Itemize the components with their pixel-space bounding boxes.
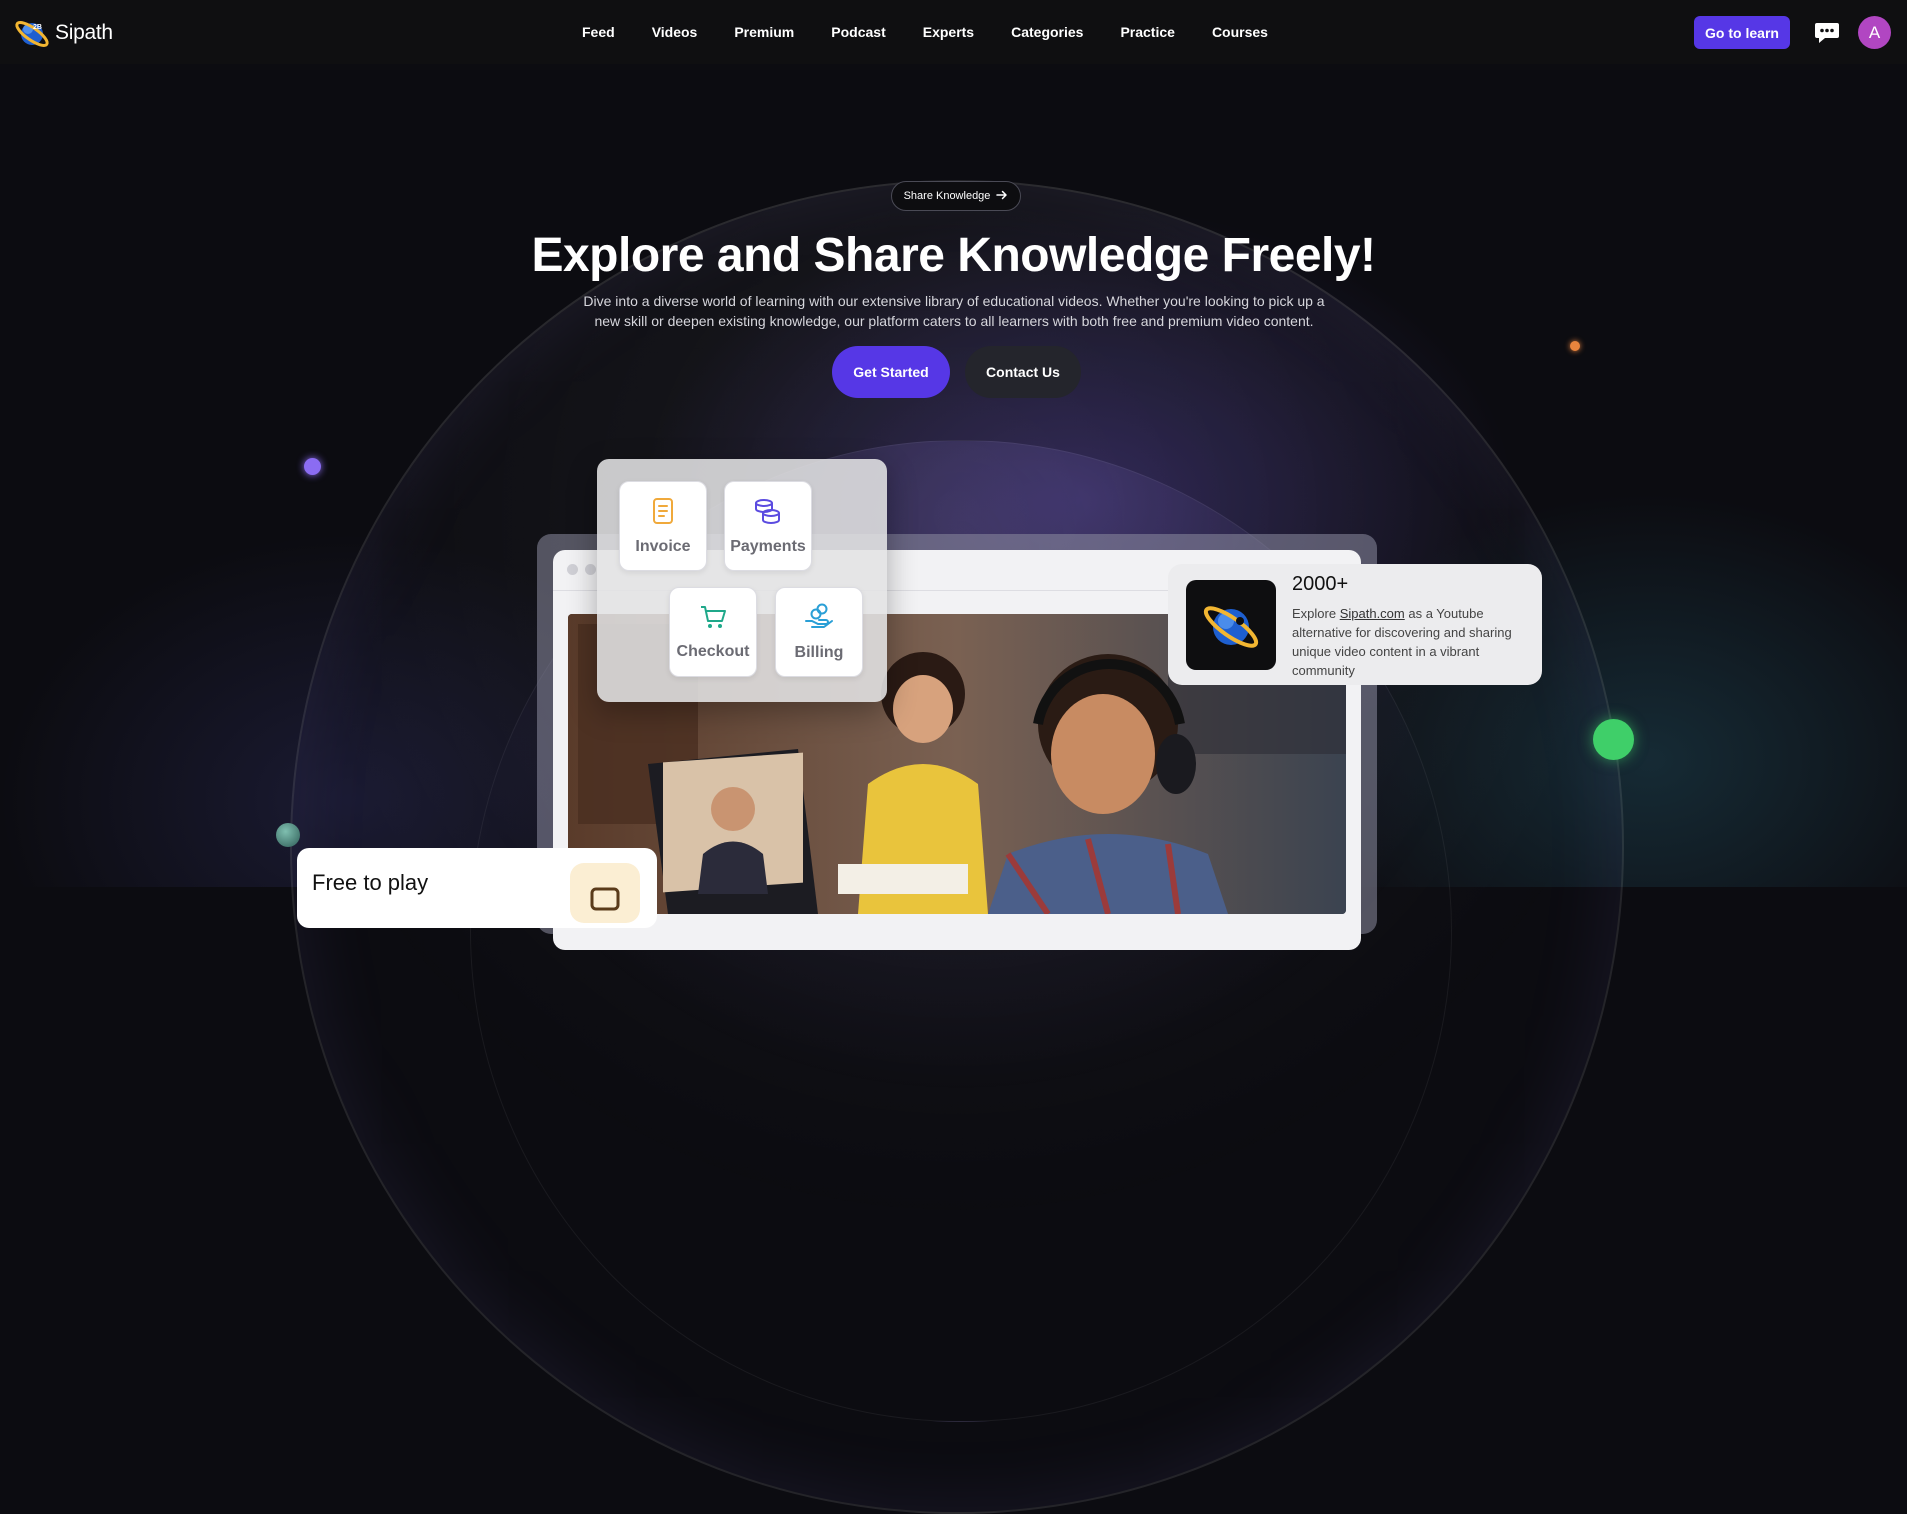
- tile-checkout[interactable]: Checkout: [669, 587, 757, 677]
- coins-icon: [753, 497, 783, 530]
- free-to-play-card[interactable]: Free to play: [297, 848, 657, 928]
- stat-text-before: Explore: [1292, 606, 1340, 621]
- window-dot: [585, 564, 596, 575]
- pill-label: Share Knowledge: [903, 190, 991, 202]
- tile-invoice[interactable]: Invoice: [619, 481, 707, 571]
- top-navbar: 2B Sipath Feed Videos Premium Podcast Ex…: [0, 0, 1907, 64]
- free-card-title: Free to play: [312, 870, 429, 895]
- share-knowledge-pill[interactable]: Share Knowledge: [891, 181, 1021, 211]
- get-started-button[interactable]: Get Started: [832, 346, 950, 398]
- nav-item-podcast[interactable]: Podcast: [831, 24, 885, 40]
- contact-us-button[interactable]: Contact Us: [965, 346, 1081, 398]
- go-to-learn-button[interactable]: Go to learn: [1694, 16, 1790, 49]
- tile-payments[interactable]: Payments: [724, 481, 812, 571]
- main-nav: Feed Videos Premium Podcast Experts Cate…: [582, 0, 1305, 64]
- decor-dot-purple: [304, 458, 321, 475]
- stat-number: 2000+: [1292, 573, 1349, 595]
- nav-item-feed[interactable]: Feed: [582, 24, 615, 40]
- tile-billing[interactable]: Billing: [775, 587, 863, 677]
- nav-item-practice[interactable]: Practice: [1120, 24, 1174, 40]
- tile-label: Invoice: [635, 537, 691, 555]
- planet-logo-icon: [1186, 580, 1276, 670]
- hero-title: Explore and Share Knowledge Freely!: [531, 229, 1376, 282]
- game-icon: [570, 863, 640, 923]
- arrow-right-icon: [996, 189, 1008, 204]
- nav-item-premium[interactable]: Premium: [734, 24, 794, 40]
- user-avatar[interactable]: A: [1858, 16, 1891, 49]
- feature-panel: Invoice Payments Checkout Billing: [597, 459, 887, 702]
- tile-label: Billing: [794, 643, 844, 661]
- tile-label: Checkout: [676, 642, 750, 660]
- brand-logo[interactable]: 2B Sipath: [13, 16, 113, 50]
- brand-name: Sipath: [55, 21, 113, 44]
- stat-description: Explore Sipath.com as a Youtube alternat…: [1292, 604, 1537, 680]
- nav-item-videos[interactable]: Videos: [652, 24, 698, 40]
- invoice-icon: [650, 497, 676, 530]
- decor-dot-orange: [1570, 341, 1580, 351]
- nav-item-experts[interactable]: Experts: [923, 24, 974, 40]
- nav-item-categories[interactable]: Categories: [1011, 24, 1083, 40]
- cart-icon: [699, 604, 727, 635]
- tile-label: Payments: [730, 537, 806, 555]
- sipath-link[interactable]: Sipath.com: [1340, 606, 1405, 621]
- window-dot: [567, 564, 578, 575]
- planet-logo-icon: 2B: [13, 16, 51, 50]
- nav-item-courses[interactable]: Courses: [1212, 24, 1268, 40]
- decor-dot-teal: [276, 823, 300, 847]
- stat-card: 2000+ Explore Sipath.com as a Youtube al…: [1168, 564, 1542, 685]
- hero-description: Dive into a diverse world of learning wi…: [583, 293, 1325, 329]
- decor-dot-green: [1593, 719, 1634, 760]
- logo-badge: 2B: [33, 24, 42, 31]
- chat-icon[interactable]: [1814, 19, 1840, 45]
- hand-coins-icon: [804, 603, 834, 636]
